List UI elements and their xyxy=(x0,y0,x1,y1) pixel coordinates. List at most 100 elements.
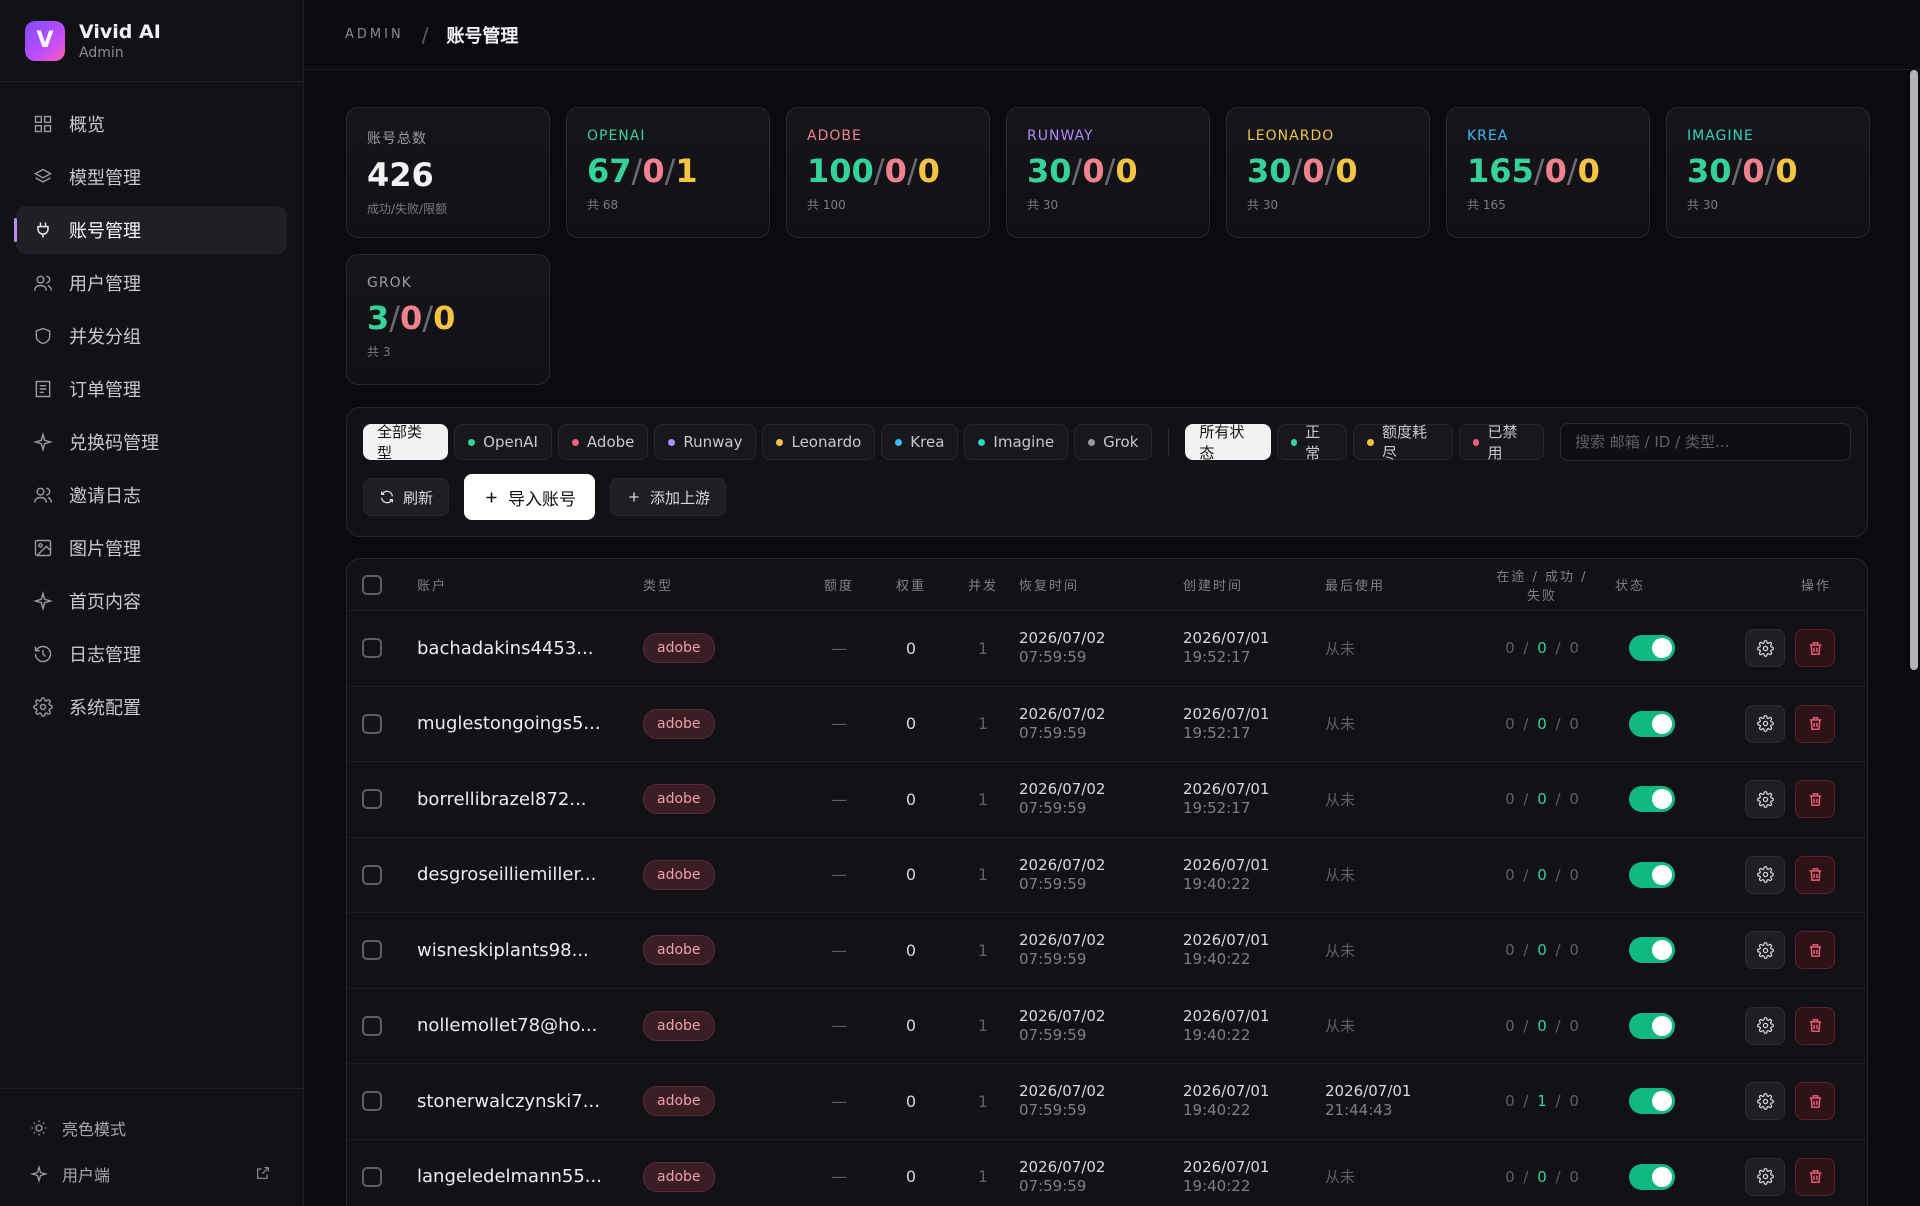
delete-button[interactable] xyxy=(1795,1006,1835,1045)
import-account-button[interactable]: 导入账号 xyxy=(464,474,596,520)
type-filter-chip-3[interactable]: Runway xyxy=(654,424,757,460)
account-name[interactable]: langeledelmann55... xyxy=(417,1166,602,1187)
stat-card-krea[interactable]: KREA 165/0/0 共 165 xyxy=(1446,107,1650,238)
row-checkbox[interactable] xyxy=(362,1091,382,1112)
type-filter-chip-6[interactable]: Imagine xyxy=(964,424,1069,460)
client-link[interactable]: 用户端 xyxy=(0,1151,303,1197)
settings-button[interactable] xyxy=(1745,1157,1785,1196)
stat-card-imagine[interactable]: IMAGINE 30/0/0 共 30 xyxy=(1666,107,1870,238)
delete-button[interactable] xyxy=(1795,1157,1835,1196)
search-input[interactable] xyxy=(1560,423,1852,461)
table-row[interactable]: nollemollet78@ho... adobe — 0 1 2026/07/02 07:… xyxy=(347,989,1867,1064)
row-checkbox[interactable] xyxy=(362,1015,382,1036)
delete-button[interactable] xyxy=(1795,780,1835,819)
status-toggle[interactable] xyxy=(1629,635,1675,662)
table-row[interactable]: muglestongoings5... adobe — 0 1 2026/07/02 07:… xyxy=(347,687,1867,762)
status-filter-chip-1[interactable]: 正常 xyxy=(1276,423,1348,462)
delete-button[interactable] xyxy=(1795,931,1835,970)
sidebar-item-7[interactable]: 邀请日志 xyxy=(16,471,287,519)
type-filter-chip-0[interactable]: 全部类型 xyxy=(363,423,449,462)
add-upstream-button[interactable]: 添加上游 xyxy=(610,478,727,516)
sidebar-item-11[interactable]: 系统配置 xyxy=(16,683,287,731)
status-toggle[interactable] xyxy=(1629,786,1675,813)
refresh-button[interactable]: 刷新 xyxy=(363,478,450,516)
last-used: 从未 xyxy=(1325,941,1356,960)
status-toggle[interactable] xyxy=(1629,1088,1675,1115)
account-name[interactable]: borrellibrazel872... xyxy=(417,789,587,810)
table-row[interactable]: langeledelmann55... adobe — 0 1 2026/07/02 07:… xyxy=(347,1140,1867,1206)
request-counts: 0 / 0 / 0 xyxy=(1505,1167,1579,1186)
settings-button[interactable] xyxy=(1745,704,1785,743)
row-checkbox[interactable] xyxy=(362,638,382,659)
account-name[interactable]: wisneskiplants98... xyxy=(417,940,589,961)
stat-label: RUNWAY xyxy=(1027,128,1094,144)
type-filter-chip-2[interactable]: Adobe xyxy=(557,424,649,460)
sidebar-item-9[interactable]: 首页内容 xyxy=(16,577,287,625)
account-name[interactable]: desgroseilliemiller... xyxy=(417,864,596,885)
delete-button[interactable] xyxy=(1795,704,1835,743)
row-checkbox[interactable] xyxy=(362,713,382,734)
external-link-icon[interactable] xyxy=(255,1165,271,1181)
row-checkbox[interactable] xyxy=(362,940,382,961)
account-name[interactable]: nollemollet78@ho... xyxy=(417,1015,597,1036)
table-row[interactable]: borrellibrazel872... adobe — 0 1 2026/07/02 07… xyxy=(347,762,1867,838)
status-toggle[interactable] xyxy=(1629,1163,1675,1190)
theme-toggle[interactable]: 亮色模式 xyxy=(0,1105,303,1151)
table-row[interactable]: desgroseilliemiller... adobe — 0 1 2026/07/02… xyxy=(347,838,1867,913)
row-checkbox[interactable] xyxy=(362,1166,382,1187)
status-filter-chip-3[interactable]: 已禁用 xyxy=(1458,423,1545,462)
status-toggle[interactable] xyxy=(1629,1012,1675,1039)
type-filter-chip-5[interactable]: Krea xyxy=(881,424,959,460)
status-toggle[interactable] xyxy=(1629,861,1675,888)
breadcrumb-root[interactable]: ADMIN xyxy=(345,27,404,42)
settings-button[interactable] xyxy=(1745,931,1785,970)
stat-card-grok[interactable]: GROK 3/0/0 共 3 xyxy=(346,254,550,385)
status-toggle[interactable] xyxy=(1629,937,1675,964)
status-filter-chip-2[interactable]: 额度耗尽 xyxy=(1353,423,1453,462)
settings-button[interactable] xyxy=(1745,855,1785,894)
settings-button[interactable] xyxy=(1745,1082,1785,1121)
stat-card-leonardo[interactable]: LEONARDO 30/0/0 共 30 xyxy=(1226,107,1430,238)
sidebar-item-6[interactable]: 兑换码管理 xyxy=(16,418,287,466)
stat-card-runway[interactable]: RUNWAY 30/0/0 共 30 xyxy=(1006,107,1210,238)
settings-button[interactable] xyxy=(1745,1006,1785,1045)
type-filter-chip-4[interactable]: Leonardo xyxy=(762,424,876,460)
success-count: 0 xyxy=(1537,1167,1547,1186)
status-filter-chip-0[interactable]: 所有状态 xyxy=(1185,423,1271,462)
select-all-checkbox[interactable] xyxy=(362,574,382,595)
settings-button[interactable] xyxy=(1745,780,1785,819)
settings-button[interactable] xyxy=(1745,629,1785,668)
weight-value: 0 xyxy=(905,940,917,960)
status-toggle[interactable] xyxy=(1629,710,1675,737)
page-scrollbar[interactable] xyxy=(1910,70,1918,670)
delete-button[interactable] xyxy=(1795,855,1835,894)
type-filter-chip-1[interactable]: OpenAI xyxy=(454,424,552,460)
stat-card-账号总数[interactable]: 账号总数 426 成功/失败/限额 xyxy=(346,107,550,238)
table-row[interactable]: wisneskiplants98... adobe — 0 1 2026/07/02 07:… xyxy=(347,913,1867,989)
row-checkbox[interactable] xyxy=(362,864,382,885)
account-name[interactable]: bachadakins4453... xyxy=(417,638,593,659)
stat-card-openai[interactable]: OPENAI 67/0/1 共 68 xyxy=(566,107,770,238)
type-filter-chip-7[interactable]: Grok xyxy=(1074,424,1153,460)
sidebar-item-label: 日志管理 xyxy=(69,645,141,666)
sidebar-item-5[interactable]: 订单管理 xyxy=(16,365,287,413)
row-checkbox[interactable] xyxy=(362,789,382,810)
sidebar-item-1[interactable]: 模型管理 xyxy=(16,153,287,201)
sidebar-item-10[interactable]: 日志管理 xyxy=(16,630,287,678)
sidebar-item-8[interactable]: 图片管理 xyxy=(16,524,287,572)
sidebar-item-4[interactable]: 并发分组 xyxy=(16,312,287,360)
status-dot xyxy=(1290,438,1298,446)
account-name[interactable]: muglestongoings5... xyxy=(417,713,601,734)
sidebar-item-0[interactable]: 概览 xyxy=(16,100,287,148)
account-name[interactable]: stonerwalczynski7... xyxy=(417,1091,600,1112)
delete-button[interactable] xyxy=(1795,629,1835,668)
table-row[interactable]: bachadakins4453... adobe — 0 1 2026/07/02 07:5… xyxy=(347,611,1867,687)
delete-button[interactable] xyxy=(1795,1082,1835,1121)
brand[interactable]: V Vivid AI Admin xyxy=(0,0,303,82)
breadcrumb: ADMIN / 账号管理 xyxy=(345,22,518,48)
stat-card-adobe[interactable]: ADOBE 100/0/0 共 100 xyxy=(786,107,990,238)
sidebar-item-2[interactable]: 账号管理 xyxy=(14,206,287,254)
table-row[interactable]: stonerwalczynski7... adobe — 0 1 2026/07/02 07… xyxy=(347,1064,1867,1140)
plus-icon xyxy=(629,492,639,502)
sidebar-item-3[interactable]: 用户管理 xyxy=(16,259,287,307)
